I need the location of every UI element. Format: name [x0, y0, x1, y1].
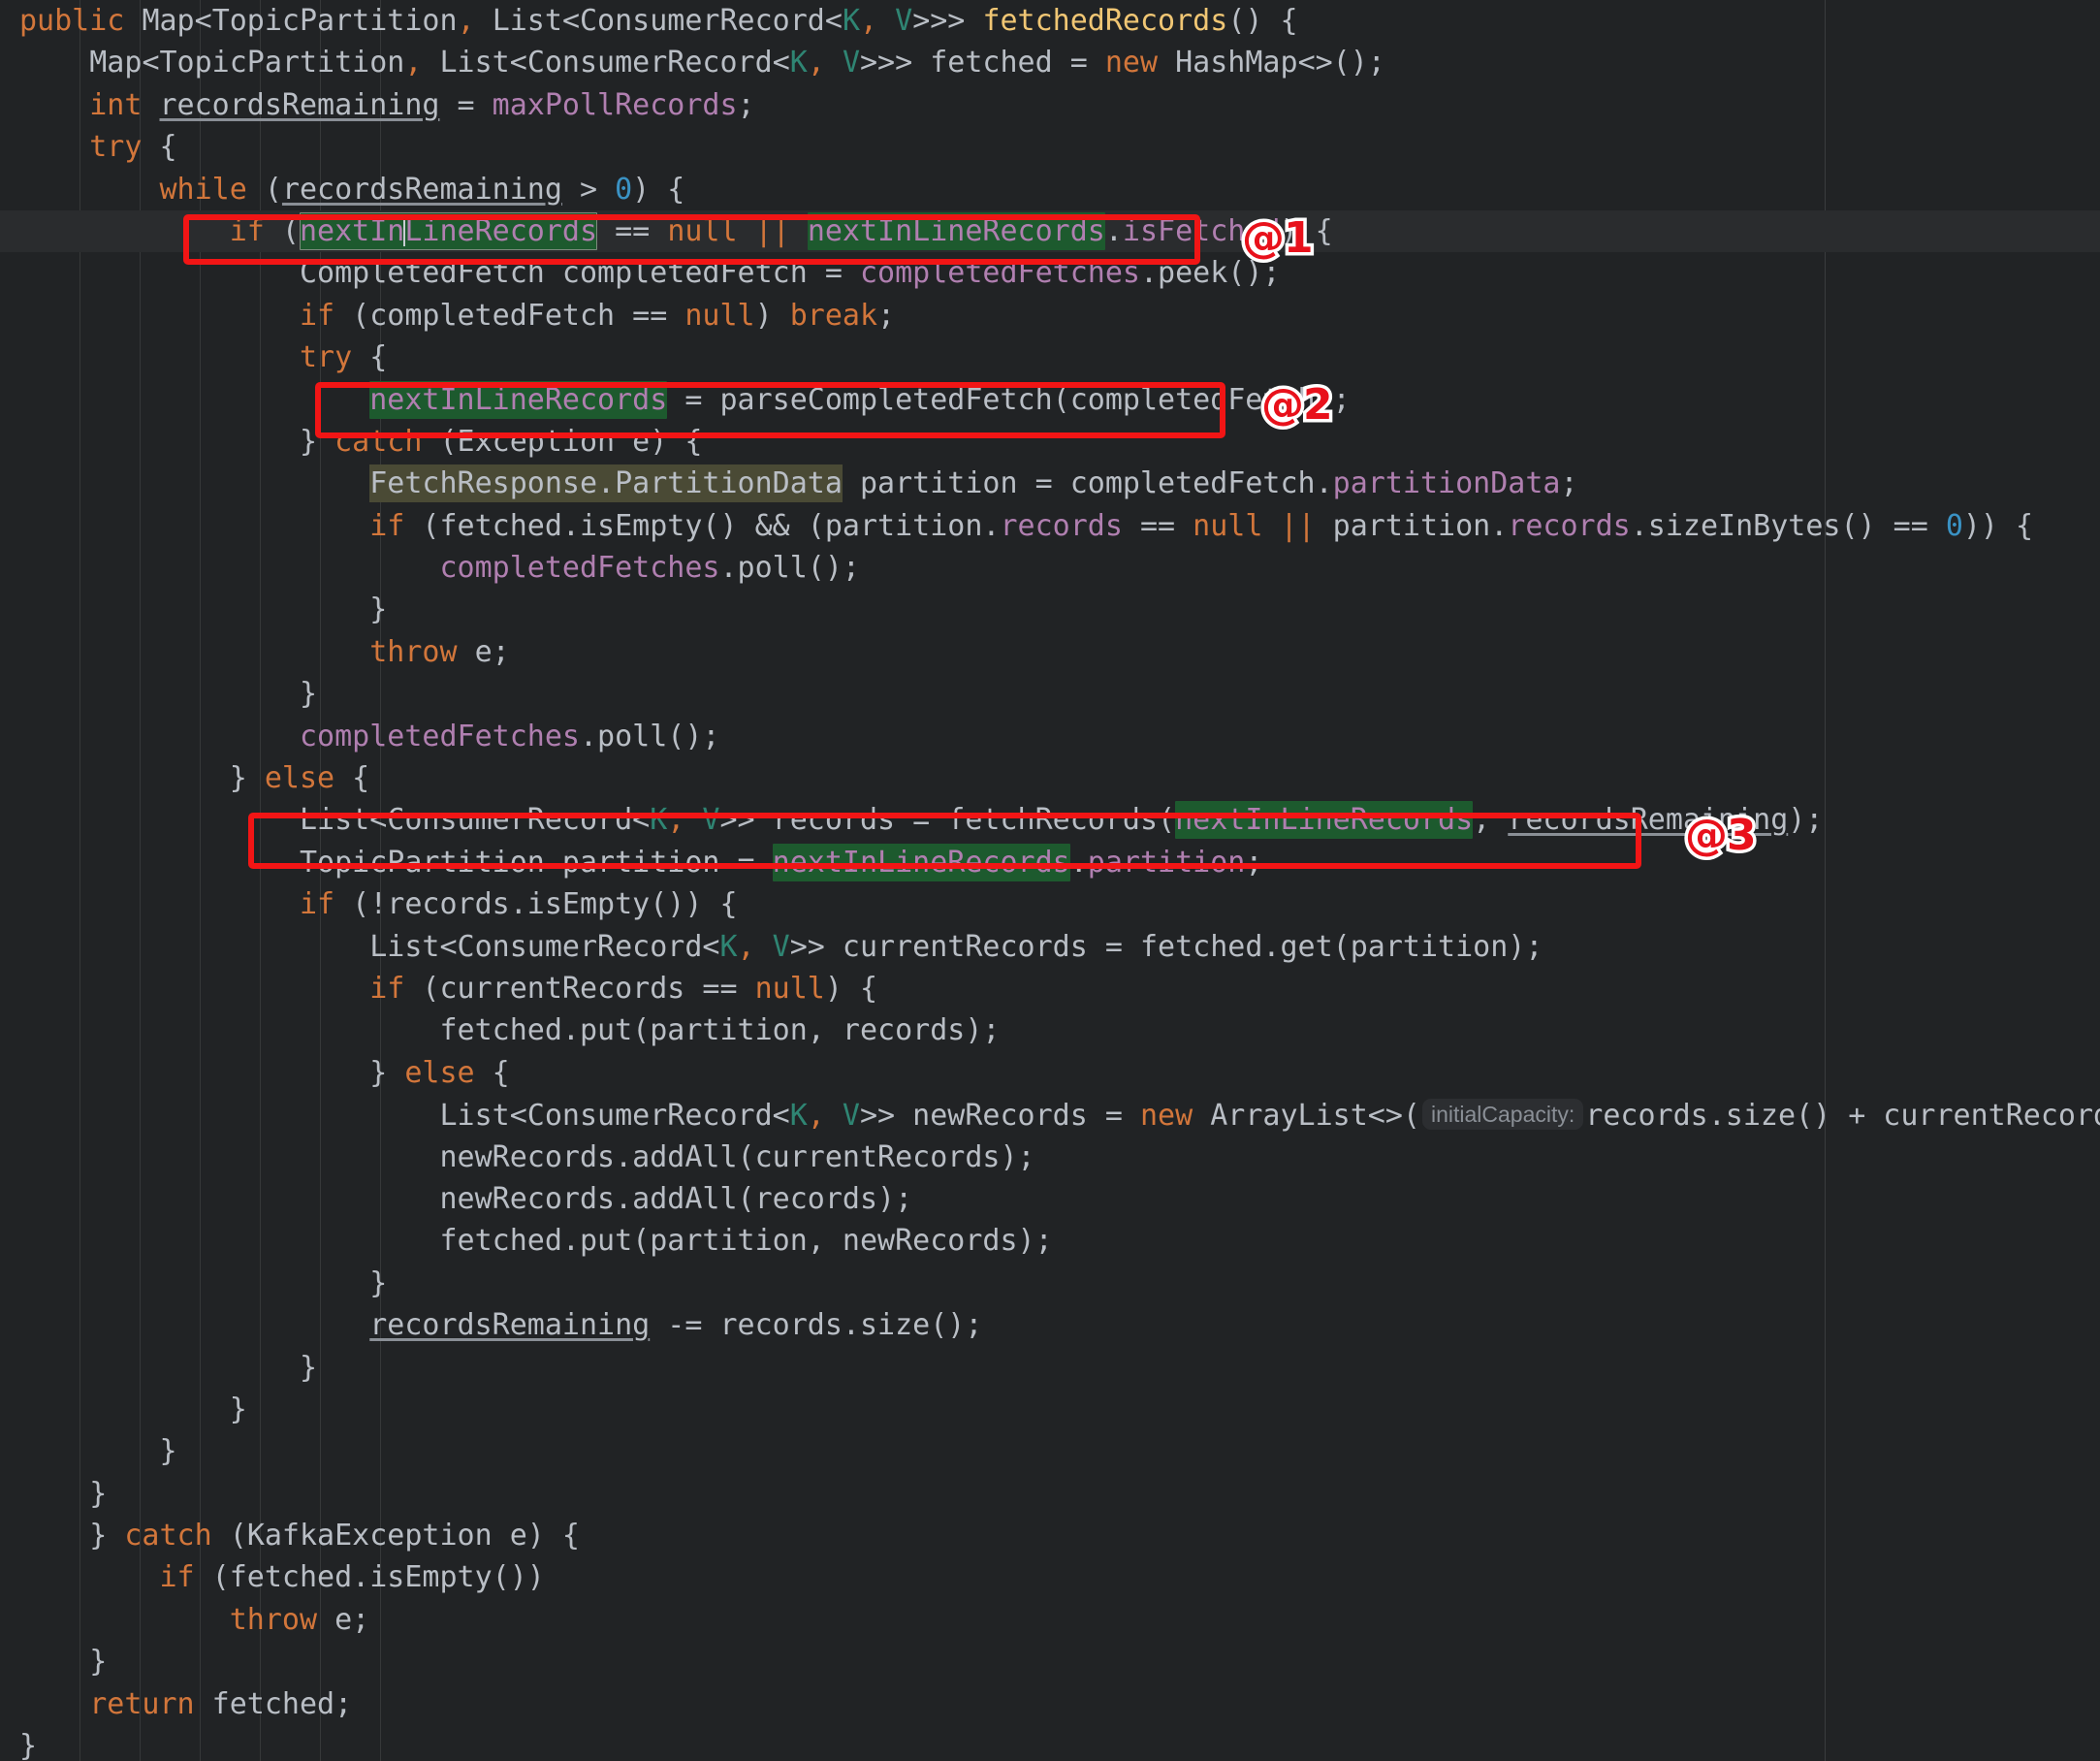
- code-line[interactable]: if (currentRecords == null) {: [0, 968, 2100, 1009]
- code-line[interactable]: }: [0, 1430, 2100, 1472]
- code-line[interactable]: }: [0, 1725, 2100, 1761]
- code-line[interactable]: }: [0, 1473, 2100, 1515]
- code-line[interactable]: fetched.put(partition, records);: [0, 1009, 2100, 1051]
- annotation-marker-1: @1: [1239, 213, 1318, 263]
- code-line[interactable]: newRecords.addAll(records);: [0, 1178, 2100, 1220]
- code-line[interactable]: CompletedFetch completedFetch = complete…: [0, 252, 2100, 294]
- annotation-marker-2: @2: [1258, 380, 1337, 430]
- code-line[interactable]: }: [0, 1389, 2100, 1430]
- code-line[interactable]: recordsRemaining -= records.size();: [0, 1304, 2100, 1346]
- code-area[interactable]: public Map<TopicPartition, List<Consumer…: [0, 0, 2100, 1761]
- code-line[interactable]: List<ConsumerRecord<K, V>> currentRecord…: [0, 926, 2100, 968]
- code-line[interactable]: fetched.put(partition, newRecords);: [0, 1220, 2100, 1262]
- code-line-annotated-2[interactable]: nextInLineRecords = parseCompletedFetch(…: [0, 379, 2100, 421]
- code-line[interactable]: throw e;: [0, 1599, 2100, 1641]
- code-line[interactable]: } catch (KafkaException e) {: [0, 1515, 2100, 1556]
- code-line[interactable]: } else {: [0, 1052, 2100, 1094]
- code-line[interactable]: if (fetched.isEmpty()): [0, 1556, 2100, 1598]
- code-line[interactable]: FetchResponse.PartitionData partition = …: [0, 463, 2100, 504]
- inlay-hint-initial-capacity: initialCapacity:: [1421, 1099, 1584, 1131]
- code-line[interactable]: newRecords.addAll(currentRecords);: [0, 1137, 2100, 1178]
- code-line[interactable]: List<ConsumerRecord<K, V>> newRecords = …: [0, 1094, 2100, 1136]
- code-line[interactable]: } else {: [0, 757, 2100, 799]
- code-line[interactable]: }: [0, 673, 2100, 715]
- code-line-annotated-1[interactable]: if (nextInLineRecords == null || nextInL…: [0, 209, 2100, 253]
- code-line-annotated-3[interactable]: List<ConsumerRecord<K, V>> records = fet…: [0, 799, 2100, 841]
- annotation-marker-3: @3: [1682, 811, 1761, 860]
- code-line[interactable]: }: [0, 589, 2100, 630]
- code-line[interactable]: if (!records.isEmpty()) {: [0, 883, 2100, 925]
- code-line[interactable]: if (fetched.isEmpty() && (partition.reco…: [0, 505, 2100, 547]
- code-line[interactable]: } catch (Exception e) {: [0, 421, 2100, 463]
- code-editor-screenshot: public Map<TopicPartition, List<Consumer…: [0, 0, 2100, 1761]
- code-line[interactable]: throw e;: [0, 631, 2100, 673]
- code-line[interactable]: }: [0, 1347, 2100, 1389]
- code-line[interactable]: try {: [0, 336, 2100, 378]
- code-line[interactable]: int recordsRemaining = maxPollRecords;: [0, 84, 2100, 126]
- code-line[interactable]: Map<TopicPartition, List<ConsumerRecord<…: [0, 42, 2100, 83]
- code-line[interactable]: while (recordsRemaining > 0) {: [0, 169, 2100, 210]
- code-line[interactable]: completedFetches.poll();: [0, 716, 2100, 757]
- code-line[interactable]: return fetched;: [0, 1683, 2100, 1725]
- code-line[interactable]: TopicPartition partition = nextInLineRec…: [0, 842, 2100, 883]
- code-line[interactable]: }: [0, 1263, 2100, 1304]
- code-line[interactable]: if (completedFetch == null) break;: [0, 295, 2100, 336]
- code-line[interactable]: public Map<TopicPartition, List<Consumer…: [0, 0, 2100, 42]
- code-line[interactable]: completedFetches.poll();: [0, 547, 2100, 589]
- code-line[interactable]: try {: [0, 126, 2100, 168]
- code-line[interactable]: }: [0, 1641, 2100, 1682]
